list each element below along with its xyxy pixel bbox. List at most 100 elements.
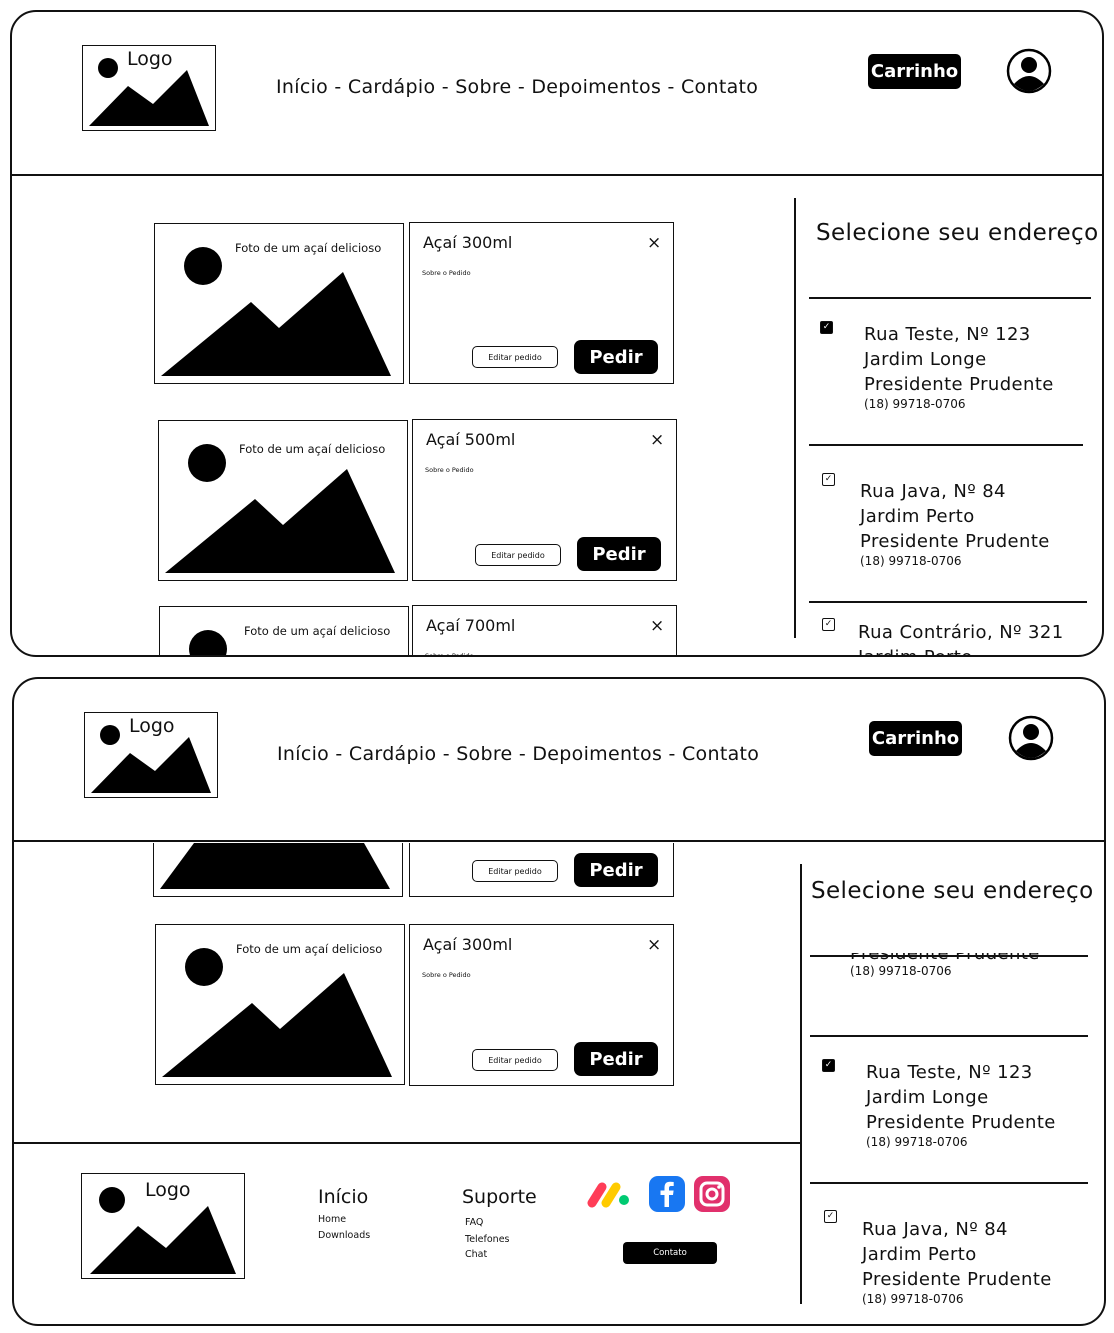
main-nav[interactable]: Início - Cardápio - Sobre - Depoimentos … (276, 76, 758, 98)
address-checkbox[interactable]: ✓ (822, 1059, 835, 1072)
address-separator (810, 1035, 1088, 1037)
address-title: Selecione seu endereço (811, 878, 1094, 904)
order-title: Açaí 300ml (423, 935, 513, 954)
order-button[interactable]: Pedir (574, 340, 658, 374)
address-street: Rua Contrário, Nº 321 (858, 622, 1064, 643)
address-separator (810, 955, 1088, 957)
contact-button[interactable]: Contato (623, 1242, 717, 1264)
order-subtitle: Sobre o Pedido (422, 971, 471, 979)
order-card: Açaí 700ml Sobre o Pedido × (412, 605, 677, 657)
address-separator (809, 297, 1091, 299)
user-avatar-icon[interactable] (1006, 48, 1052, 94)
address-phone: (18) 99718-0706 (860, 554, 962, 568)
order-card: Açaí 300ml Sobre o Pedido × Editar pedid… (409, 222, 674, 384)
order-button[interactable]: Pedir (577, 537, 661, 571)
address-street: Rua Java, Nº 84 (860, 481, 1006, 502)
edit-order-button[interactable]: Editar pedido (472, 860, 558, 882)
footer-link-chat[interactable]: Chat (465, 1249, 487, 1260)
address-city: Presidente Prudente (866, 1112, 1056, 1133)
monday-icon[interactable] (586, 1179, 632, 1209)
header-logo[interactable]: Logo (84, 712, 218, 798)
cart-button[interactable]: Carrinho (869, 721, 962, 756)
product-photo: Foto de um açaí delicioso (159, 606, 409, 655)
photo-caption: Foto de um açaí delicioso (244, 624, 391, 638)
close-icon[interactable]: × (650, 432, 664, 449)
facebook-icon[interactable] (648, 1175, 686, 1213)
logo-label: Logo (145, 1179, 191, 1201)
photo-caption: Foto de um açaí delicioso (236, 942, 383, 956)
close-icon[interactable]: × (650, 618, 664, 635)
address-district: Jardim Longe (866, 1087, 989, 1108)
footer-logo[interactable]: Logo (81, 1173, 245, 1279)
address-item-partial[interactable]: Presidente Prudente (18) 99718-0706 (850, 953, 1100, 993)
header-divider (14, 840, 1104, 842)
address-district: Jardim Perto (858, 645, 1064, 655)
edit-order-button[interactable]: Editar pedido (472, 346, 558, 368)
footer-link-downloads[interactable]: Downloads (318, 1230, 370, 1241)
address-item[interactable]: Rua Contrário, Nº 321 Jardim Perto (858, 620, 1064, 655)
address-separator (809, 601, 1087, 603)
user-avatar-icon[interactable] (1008, 715, 1054, 761)
order-subtitle: Sobre o Pedido (425, 652, 474, 657)
close-icon[interactable]: × (647, 937, 661, 954)
order-card: Açaí 300ml Sobre o Pedido × Editar pedid… (409, 924, 674, 1086)
footer-link-faq[interactable]: FAQ (465, 1217, 483, 1228)
order-card: Editar pedido Pedir (409, 843, 674, 897)
address-separator (810, 1182, 1088, 1184)
instagram-icon[interactable] (693, 1175, 731, 1213)
order-subtitle: Sobre o Pedido (422, 269, 471, 277)
footer-suporte-title: Suporte (462, 1186, 537, 1208)
product-photo: Foto de um açaí delicioso (158, 420, 408, 581)
order-title: Açaí 300ml (423, 233, 513, 252)
address-street: Rua Teste, Nº 123 (866, 1062, 1033, 1083)
address-checkbox[interactable]: ✓ (820, 321, 833, 334)
sidebar-divider (794, 198, 796, 638)
address-phone: (18) 99718-0706 (864, 397, 966, 411)
address-district: Jardim Longe (864, 349, 987, 370)
footer-link-home[interactable]: Home (318, 1214, 346, 1225)
order-button[interactable]: Pedir (574, 853, 658, 887)
close-icon[interactable]: × (647, 235, 661, 252)
product-photo: Foto de um açaí delicioso (155, 924, 405, 1085)
order-button[interactable]: Pedir (574, 1042, 658, 1076)
logo-label: Logo (127, 48, 173, 70)
header-logo[interactable]: Logo (82, 45, 216, 131)
product-photo: Foto de um açaí delicioso (154, 223, 404, 384)
photo-caption: Foto de um açaí delicioso (235, 241, 382, 255)
cart-button[interactable]: Carrinho (868, 54, 961, 89)
order-title: Açaí 500ml (426, 430, 516, 449)
address-item[interactable]: Rua Teste, Nº 123 Jardim Longe President… (864, 322, 1054, 411)
photo-caption: Foto de um açaí delicioso (239, 442, 386, 456)
footer-divider (14, 1142, 800, 1144)
address-item[interactable]: Rua Teste, Nº 123 Jardim Longe President… (866, 1060, 1056, 1149)
footer-inicio-title: Início (318, 1186, 369, 1208)
order-card: Açaí 500ml Sobre o Pedido × Editar pedid… (412, 419, 677, 581)
wireframe-screen-top: Logo Início - Cardápio - Sobre - Depoime… (10, 10, 1104, 657)
address-separator (809, 444, 1083, 446)
logo-label: Logo (129, 715, 175, 737)
edit-order-button[interactable]: Editar pedido (472, 1049, 558, 1071)
address-city: Presidente Prudente (862, 1269, 1052, 1290)
wireframe-screen-bottom: Logo Início - Cardápio - Sobre - Depoime… (12, 677, 1106, 1326)
address-city: Presidente Prudente (864, 374, 1054, 395)
order-title: Açaí 700ml (426, 616, 516, 635)
address-phone: (18) 99718-0706 (866, 1135, 968, 1149)
address-item[interactable]: Rua Java, Nº 84 Jardim Perto Presidente … (860, 479, 1050, 568)
address-item[interactable]: Rua Java, Nº 84 Jardim Perto Presidente … (862, 1217, 1052, 1306)
header-divider (12, 174, 1102, 176)
address-district: Jardim Perto (862, 1244, 977, 1265)
address-checkbox[interactable]: ✓ (822, 473, 835, 486)
address-street: Rua Java, Nº 84 (862, 1219, 1008, 1240)
product-photo (153, 843, 403, 897)
address-checkbox[interactable]: ✓ (824, 1210, 837, 1223)
order-subtitle: Sobre o Pedido (425, 466, 474, 474)
footer-link-telefones[interactable]: Telefones (465, 1234, 510, 1245)
edit-order-button[interactable]: Editar pedido (475, 544, 561, 566)
main-nav[interactable]: Início - Cardápio - Sobre - Depoimentos … (277, 743, 759, 765)
address-phone: (18) 99718-0706 (850, 964, 952, 978)
address-district: Jardim Perto (860, 506, 975, 527)
address-checkbox[interactable]: ✓ (822, 618, 835, 631)
sidebar-divider (800, 864, 802, 1304)
address-phone: (18) 99718-0706 (862, 1292, 964, 1306)
address-title: Selecione seu endereço (816, 220, 1099, 246)
